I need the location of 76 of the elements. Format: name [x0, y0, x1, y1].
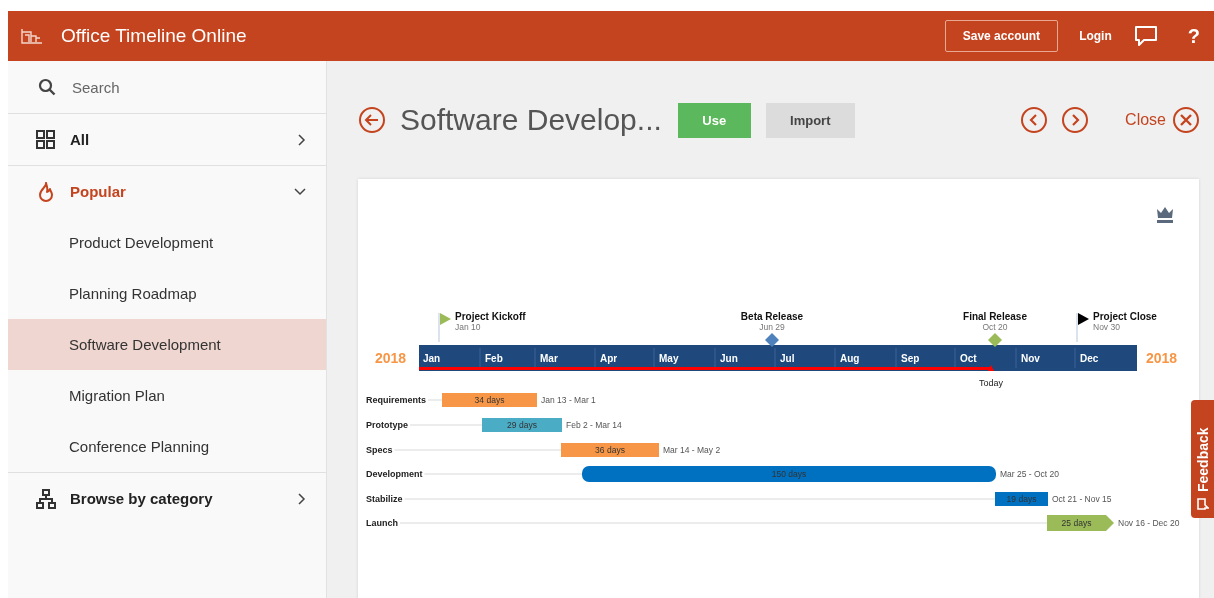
duration-label: 150 days: [771, 469, 807, 479]
save-account-button[interactable]: Save account: [944, 20, 1059, 52]
chat-icon[interactable]: [1133, 25, 1158, 47]
template-item[interactable]: Software Development: [8, 319, 326, 370]
task-label: Prototype: [366, 420, 408, 430]
milestone-date: Oct 20: [982, 322, 1008, 332]
task-label: Stabilize: [366, 494, 403, 504]
duration-label: 25 days: [1061, 518, 1092, 528]
search-icon[interactable]: [38, 78, 56, 96]
category-item[interactable]: Popular: [8, 165, 326, 217]
month-label: Nov: [1021, 353, 1040, 364]
flag-marker: [438, 312, 451, 343]
date-range: Mar 14 - May 2: [663, 445, 721, 455]
chevron-right-icon: [298, 492, 306, 505]
grid-icon: [36, 129, 56, 150]
month-label: Aug: [840, 353, 860, 364]
month-label: Sep: [901, 353, 920, 364]
template-item[interactable]: Migration Plan: [8, 370, 326, 421]
month-label: Apr: [600, 353, 618, 364]
app-title: Office Timeline Online: [61, 25, 248, 47]
template-item[interactable]: Conference Planning: [8, 421, 326, 472]
today-marker-icon: [988, 365, 994, 371]
month-label: May: [659, 353, 679, 364]
flag-marker: [1076, 312, 1089, 343]
crown-icon: [1157, 207, 1173, 223]
category-item[interactable]: All: [8, 114, 326, 165]
logo-icon: [21, 28, 43, 44]
milestone-label: Beta Release: [740, 311, 804, 322]
next-icon[interactable]: [1061, 106, 1090, 134]
login-link[interactable]: Login: [1079, 29, 1112, 43]
month-label: Dec: [1080, 353, 1099, 364]
template-item[interactable]: Planning Roadmap: [8, 268, 326, 319]
close-link[interactable]: Close: [1125, 111, 1166, 129]
milestone-label: Project Kickoff: [455, 311, 526, 322]
month-label: Mar: [540, 353, 558, 364]
date-range: Mar 25 - Oct 20: [1000, 469, 1060, 479]
flame-icon: [36, 181, 56, 202]
milestone-date: Nov 30: [1093, 322, 1120, 332]
help-button[interactable]: ?: [1187, 24, 1200, 48]
month-label: Oct: [960, 353, 977, 364]
date-range: Nov 16 - Dec 20: [1118, 518, 1180, 528]
year-label: 2018: [1146, 350, 1178, 366]
month-label: Jan: [423, 353, 441, 364]
milestone-date: Jan 10: [455, 322, 481, 332]
task-label: Specs: [366, 445, 393, 455]
date-range: Oct 21 - Nov 15: [1052, 494, 1112, 504]
chat-icon: [1196, 498, 1209, 510]
search-field[interactable]: Search: [70, 77, 274, 97]
milestone-label: Project Close: [1093, 311, 1157, 322]
month-label: Feb: [485, 353, 503, 364]
milestone-date: Jun 29: [759, 322, 785, 332]
close-icon[interactable]: [1172, 106, 1200, 134]
duration-label: 19 days: [1006, 494, 1037, 504]
chevron-down-icon: [294, 187, 306, 196]
task-label: Launch: [366, 518, 398, 528]
date-range: Jan 13 - Mar 1: [541, 395, 596, 405]
duration-label: 36 days: [595, 445, 625, 455]
category-item[interactable]: Browse by category: [8, 472, 326, 524]
year-label: 2018: [375, 350, 407, 366]
date-range: Feb 2 - Mar 14: [566, 420, 622, 430]
hierarchy-icon: [36, 488, 56, 509]
template-item[interactable]: Product Development: [8, 217, 326, 268]
today-label: Today: [979, 378, 1003, 388]
previous-icon[interactable]: [1020, 106, 1049, 134]
task-label: Development: [366, 469, 423, 479]
back-icon[interactable]: [358, 106, 386, 134]
month-label: Jun: [720, 353, 738, 364]
feedback-tab[interactable]: Feedback: [1191, 400, 1214, 518]
milestone-label: Final Release: [963, 311, 1027, 322]
chevron-right-icon: [298, 133, 306, 146]
template-title: Software Develop...: [400, 103, 662, 137]
month-label: Jul: [780, 353, 795, 364]
duration-label: 34 days: [474, 395, 505, 405]
import-button[interactable]: Import: [765, 102, 855, 138]
task-label: Requirements: [366, 395, 427, 405]
duration-label: 29 days: [507, 420, 537, 430]
